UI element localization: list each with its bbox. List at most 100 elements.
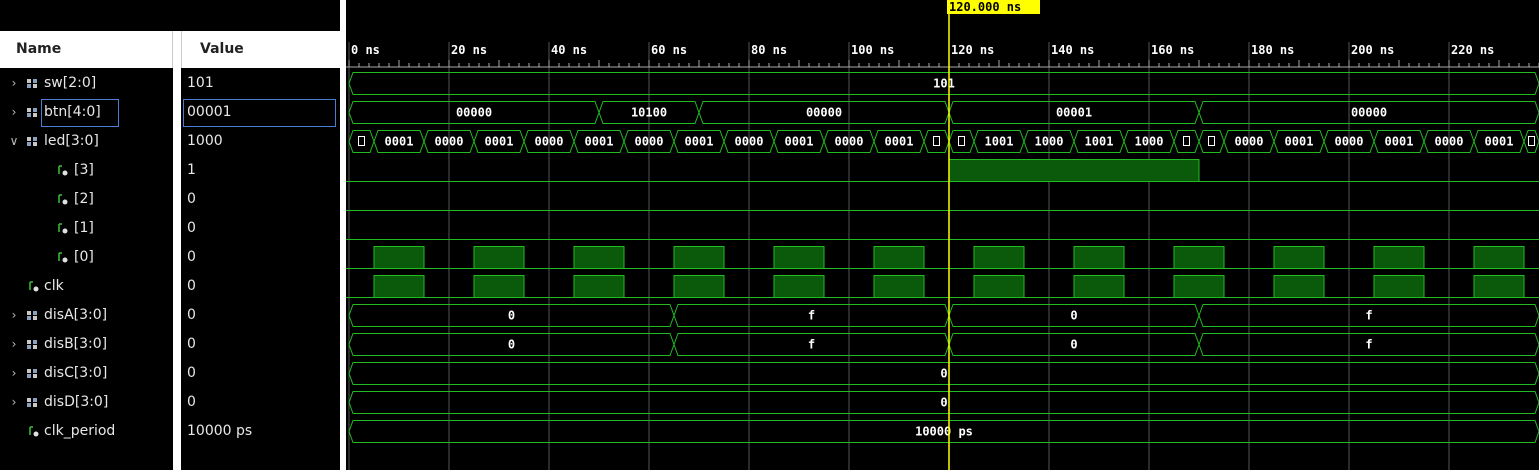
signal-row[interactable]: [0] 0 xyxy=(0,243,340,272)
signal-row[interactable]: › disB[3:0] 0 xyxy=(0,330,340,359)
signal-name: disA[3:0] xyxy=(44,307,108,323)
time-tick-label: 160 ns xyxy=(1151,43,1194,57)
bus-value-label: 00000 xyxy=(1351,106,1387,120)
signal-value: 1 xyxy=(187,162,196,178)
bus-segment xyxy=(923,130,950,153)
selected-name-outline xyxy=(41,99,119,127)
signal-name: disB[3:0] xyxy=(44,336,108,352)
bus-value-label: 10100 xyxy=(631,106,667,120)
bus-signal-icon xyxy=(27,398,37,407)
bus-value-label: 0001 xyxy=(585,135,614,149)
bus-value-label: 0001 xyxy=(885,135,914,149)
bus-value-label: 1000 xyxy=(1135,135,1164,149)
bus-value-label: 0001 xyxy=(1285,135,1314,149)
bit-signal-icon xyxy=(29,426,39,437)
signal-row[interactable]: clk_period 10000 ps xyxy=(0,417,340,446)
signal-value: 0 xyxy=(187,336,196,352)
bus-collapsed-marker xyxy=(1183,136,1190,146)
bus-value-label: 1001 xyxy=(985,135,1014,149)
bit-signal-icon xyxy=(58,165,68,176)
time-tick-label: 180 ns xyxy=(1251,43,1294,57)
bus-signal-icon xyxy=(27,108,37,117)
time-tick-label: 0 ns xyxy=(351,43,380,57)
bus-value-label: 0001 xyxy=(1385,135,1414,149)
bus-signal-icon xyxy=(27,79,37,88)
bit-high-pulse xyxy=(473,275,525,298)
bit-high-pulse xyxy=(948,159,1200,182)
signal-value: 0 xyxy=(187,249,196,265)
signal-value: 0 xyxy=(187,191,196,207)
bus-value-label: f xyxy=(808,309,815,323)
time-tick-label: 100 ns xyxy=(851,43,894,57)
bus-value-label: 1000 xyxy=(1035,135,1064,149)
signal-row[interactable]: [2] 0 xyxy=(0,185,340,214)
bit-high-pulse xyxy=(773,246,825,269)
bus-value-label: 0000 xyxy=(435,135,464,149)
bit-high-pulse xyxy=(973,246,1025,269)
chevron-right-icon[interactable]: › xyxy=(8,301,20,330)
name-column-header[interactable]: Name xyxy=(0,31,173,68)
signal-row[interactable]: ∨ led[3:0] 1000 xyxy=(0,127,340,156)
bit-high-pulse xyxy=(373,275,425,298)
chevron-right-icon[interactable]: › xyxy=(8,98,20,127)
bus-value-label: f xyxy=(808,338,815,352)
bus-value-label: 0000 xyxy=(635,135,664,149)
bus-value-label: 0000 xyxy=(1435,135,1464,149)
bit-signal-icon xyxy=(58,194,68,205)
bus-value-label: f xyxy=(1365,309,1372,323)
bit-high-pulse xyxy=(1373,275,1425,298)
signal-value: 0 xyxy=(187,394,196,410)
chevron-right-icon[interactable]: › xyxy=(8,330,20,359)
bit-high-pulse xyxy=(1473,246,1525,269)
bit-high-pulse xyxy=(873,246,925,269)
signal-row[interactable]: clk 0 xyxy=(0,272,340,301)
bus-signal-icon xyxy=(27,340,37,349)
bus-value-label: 0000 xyxy=(1235,135,1264,149)
bus-value-label: 0 xyxy=(1070,338,1077,352)
bus-segment xyxy=(1198,130,1225,153)
bit-signal-icon xyxy=(29,281,39,292)
signal-name: disC[3:0] xyxy=(44,365,108,381)
bit-high-pulse xyxy=(1273,275,1325,298)
bit-high-pulse xyxy=(673,275,725,298)
bit-high-pulse xyxy=(573,275,625,298)
time-tick-label: 140 ns xyxy=(1051,43,1094,57)
chevron-right-icon[interactable]: › xyxy=(8,69,20,98)
bit-high-pulse xyxy=(973,275,1025,298)
bus-collapsed-marker xyxy=(958,136,965,146)
bit-high-pulse xyxy=(373,246,425,269)
signal-value: 0 xyxy=(187,278,196,294)
bit-high-pulse xyxy=(1373,246,1425,269)
signal-row[interactable]: › disD[3:0] 0 xyxy=(0,388,340,417)
time-tick-label: 40 ns xyxy=(551,43,587,57)
bus-value-label: 0001 xyxy=(785,135,814,149)
bus-value-label: 0 xyxy=(1070,309,1077,323)
chevron-right-icon[interactable]: › xyxy=(8,359,20,388)
signal-value: 1000 xyxy=(187,133,223,149)
bus-signal-icon xyxy=(27,311,37,320)
signal-name: sw[2:0] xyxy=(44,75,97,91)
bus-value-label: 00001 xyxy=(1056,106,1092,120)
signal-row[interactable]: › disC[3:0] 0 xyxy=(0,359,340,388)
bit-high-pulse xyxy=(1273,246,1325,269)
toolbar-spacer xyxy=(0,0,340,31)
cursor-time-label[interactable]: 120.000 ns xyxy=(947,0,1040,14)
signal-name: clk_period xyxy=(44,423,116,439)
chevron-down-icon[interactable]: ∨ xyxy=(8,127,20,156)
bus-collapsed-marker xyxy=(1208,136,1215,146)
bus-segment xyxy=(1173,130,1200,153)
signal-row[interactable]: [1] 0 xyxy=(0,214,340,243)
signal-value: 0 xyxy=(187,220,196,236)
signal-row[interactable]: › sw[2:0] 101 xyxy=(0,69,340,98)
bus-signal-icon xyxy=(27,137,37,146)
chevron-right-icon[interactable]: › xyxy=(8,388,20,417)
signal-row[interactable]: [3] 1 xyxy=(0,156,340,185)
time-tick-label: 120 ns xyxy=(951,43,994,57)
bus-value-label: 101 xyxy=(933,77,955,91)
waveform-viewer[interactable]: 0 ns 20 ns 40 ns 60 ns 80 ns 100 ns 120 ns 140 … xyxy=(346,0,1539,470)
signal-name: clk xyxy=(44,278,64,294)
value-column-header[interactable]: Value xyxy=(181,31,340,68)
signal-row[interactable]: › disA[3:0] 0 xyxy=(0,301,340,330)
waveform-canvas[interactable]: 0 ns 20 ns 40 ns 60 ns 80 ns 100 ns 120 ns 140 … xyxy=(346,0,1539,470)
signal-value: 10000 ps xyxy=(187,423,253,439)
